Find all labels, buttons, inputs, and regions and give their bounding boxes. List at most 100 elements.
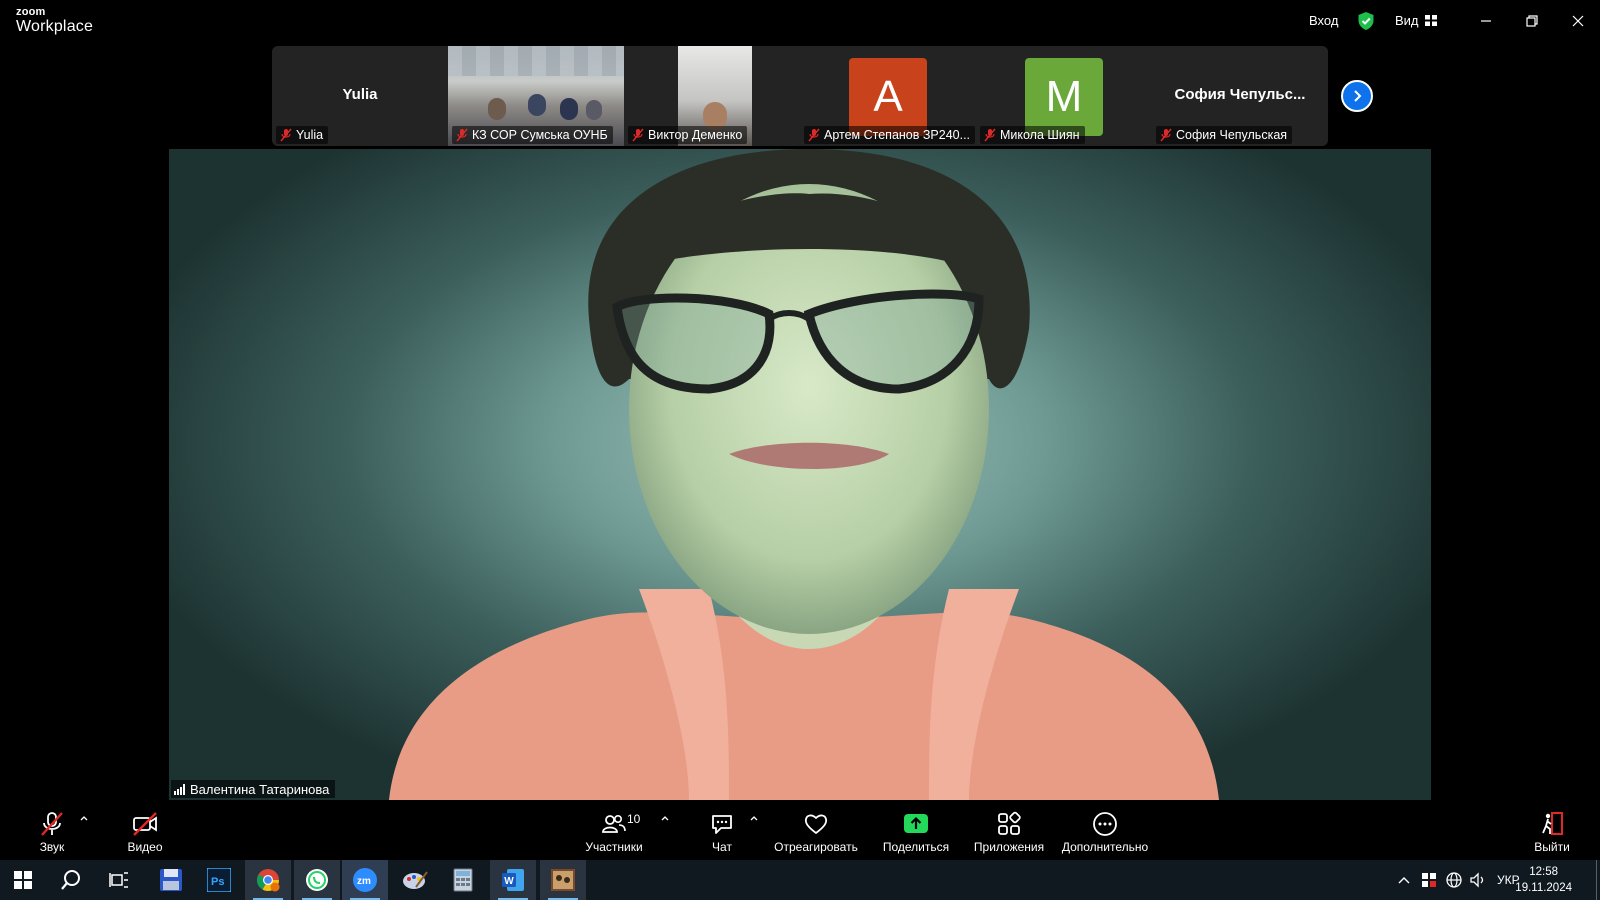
taskbar-app-save[interactable]	[148, 860, 194, 900]
taskbar-app-image-viewer[interactable]	[540, 860, 586, 900]
close-icon[interactable]	[1567, 10, 1589, 32]
audio-button[interactable]: Звук	[30, 802, 74, 860]
search-icon	[61, 870, 80, 890]
logo-workplace-text: Workplace	[16, 18, 94, 35]
mic-muted-icon	[984, 128, 996, 142]
task-view-button[interactable]	[96, 860, 142, 900]
person-silhouette	[528, 94, 546, 116]
view-label: Вид	[1395, 13, 1419, 28]
participant-name-label: Yulia	[276, 126, 329, 144]
word-icon: W	[502, 869, 524, 891]
view-menu-button[interactable]: Вид	[1395, 13, 1437, 28]
more-button[interactable]: Дополнительно	[1060, 802, 1150, 860]
participant-name-label: Виктор Деменко	[628, 126, 748, 144]
participant-name-label: София Чепульская	[1156, 126, 1293, 144]
participant-avatar: M	[1025, 58, 1103, 136]
participants-label: Участники	[585, 840, 643, 854]
participant-display-name: София Чепульс...	[1174, 86, 1306, 103]
leave-label: Выйти	[1534, 840, 1570, 854]
participant-display-name: Yulia	[342, 86, 378, 103]
share-screen-icon	[904, 814, 928, 833]
leave-door-icon	[1542, 812, 1563, 835]
mic-muted-icon	[808, 128, 820, 142]
clock-time: 12:58	[1529, 866, 1559, 878]
person-silhouette	[488, 98, 506, 120]
participant-tile[interactable]: Виктор Деменко	[624, 46, 800, 146]
video-off-icon	[133, 812, 157, 836]
audio-label: Звук	[39, 840, 65, 854]
floppy-disk-icon	[160, 869, 182, 891]
security-shield-icon[interactable]	[1357, 11, 1375, 31]
participants-count: 10	[627, 812, 641, 826]
meeting-toolbar: Звук Видео Участники 10 Чат Отреагироват…	[0, 802, 1600, 860]
apps-button[interactable]: Приложения	[970, 802, 1048, 860]
taskbar-app-photoshop[interactable]: Ps	[196, 860, 242, 900]
leave-meeting-button[interactable]: Выйти	[1532, 802, 1572, 860]
speaker-name: Валентина Татаринова	[190, 781, 330, 797]
taskbar-app-paint[interactable]	[392, 860, 438, 900]
share-screen-button[interactable]: Поделиться	[880, 802, 952, 860]
start-button[interactable]	[0, 860, 46, 900]
participant-tile[interactable]: София Чепульс... София Чепульская	[1152, 46, 1328, 146]
mic-muted-icon	[280, 128, 292, 142]
taskbar-app-word[interactable]: W	[490, 860, 536, 900]
participant-name: София Чепульская	[1176, 128, 1288, 142]
search-taskbar-button[interactable]	[48, 860, 94, 900]
paint-palette-icon	[403, 871, 428, 889]
share-label: Поделиться	[882, 840, 950, 854]
participant-tile[interactable]: A Артем Степанов ЗР240...	[800, 46, 976, 146]
chat-options-caret-icon[interactable]	[749, 814, 759, 822]
participant-avatar: A	[849, 58, 927, 136]
video-feed-room	[448, 46, 624, 76]
taskbar-app-calculator[interactable]	[440, 860, 486, 900]
next-page-button[interactable]	[1341, 80, 1373, 112]
participant-name: Артем Степанов ЗР240...	[824, 128, 971, 142]
mic-muted-icon	[1160, 128, 1172, 142]
react-label: Отреагировать	[774, 840, 858, 854]
restore-icon[interactable]	[1521, 10, 1543, 32]
minimize-icon[interactable]	[1475, 10, 1497, 32]
react-button[interactable]: Отреагировать	[772, 802, 860, 860]
audio-options-caret-icon[interactable]	[79, 814, 89, 822]
volume-icon[interactable]	[1469, 872, 1487, 888]
image-viewer-icon	[551, 869, 575, 891]
chevron-up-icon[interactable]	[1397, 874, 1411, 886]
chat-icon	[712, 815, 732, 834]
participant-tile[interactable]: M Микола Шиян	[976, 46, 1152, 146]
title-bar: zoom Workplace Вход Вид	[0, 0, 1600, 42]
participant-name: Виктор Деменко	[648, 128, 743, 142]
chrome-icon	[257, 869, 280, 892]
mic-muted-icon	[456, 128, 468, 142]
chat-label: Чат	[712, 840, 732, 854]
more-dots-icon	[1093, 812, 1117, 836]
taskbar-app-chrome[interactable]	[245, 860, 291, 900]
taskbar-clock[interactable]: 12:58 19.11.2024	[1515, 864, 1572, 896]
participant-name: Микола Шиян	[1000, 128, 1080, 142]
grid-view-icon	[1424, 15, 1437, 26]
participant-name-label: Микола Шиян	[980, 126, 1085, 144]
speaker-video-feed	[389, 149, 1219, 800]
photoshop-icon: Ps	[207, 868, 231, 892]
video-button[interactable]: Видео	[120, 802, 170, 860]
participant-tile[interactable]: КЗ СОР Сумська ОУНБ	[448, 46, 624, 146]
windows-logo-icon	[14, 871, 32, 889]
svg-text:W: W	[504, 876, 514, 887]
heart-icon	[804, 814, 828, 834]
security-tray-icon[interactable]	[1421, 872, 1437, 888]
signin-link[interactable]: Вход	[1309, 13, 1338, 28]
participant-tile[interactable]: Yulia Yulia	[272, 46, 448, 146]
taskbar-app-zoom[interactable]: zm	[342, 860, 388, 900]
task-view-icon	[109, 872, 128, 888]
show-desktop-button[interactable]	[1596, 860, 1600, 900]
taskbar-app-whatsapp[interactable]	[294, 860, 340, 900]
network-globe-icon[interactable]	[1445, 871, 1463, 889]
chat-button[interactable]: Чат	[700, 802, 744, 860]
participants-button[interactable]: Участники	[581, 802, 647, 860]
more-label: Дополнительно	[1061, 840, 1149, 854]
participants-icon	[602, 815, 626, 833]
mic-muted-icon	[41, 812, 63, 836]
active-speaker-video: Валентина Татаринова	[169, 149, 1431, 800]
apps-icon	[998, 811, 1021, 835]
participants-options-caret-icon[interactable]	[660, 814, 670, 822]
whatsapp-icon	[306, 869, 328, 891]
